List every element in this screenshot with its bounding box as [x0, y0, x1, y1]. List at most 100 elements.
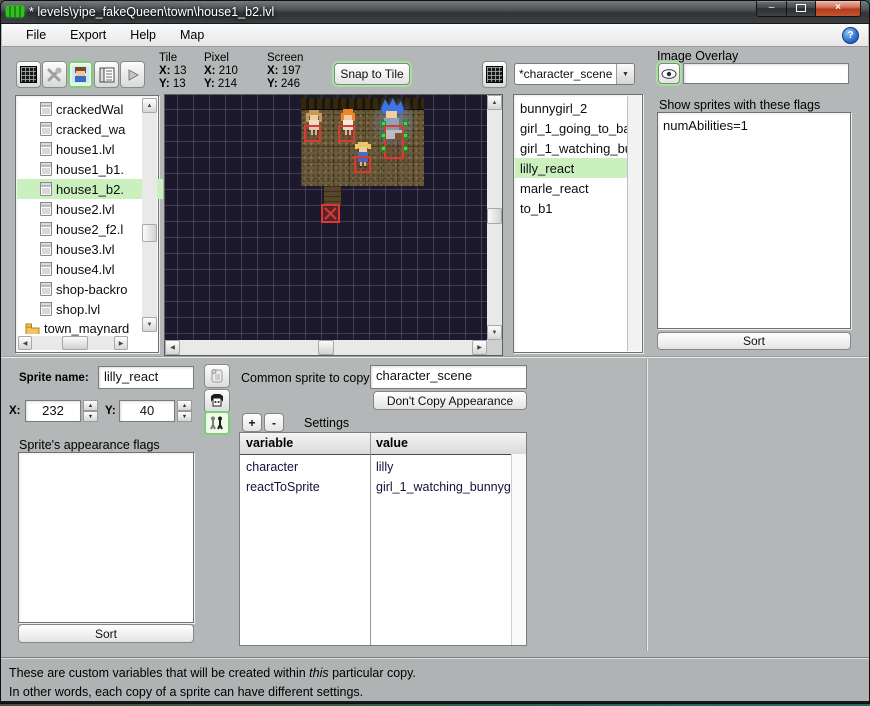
settings-label: Settings [304, 416, 349, 430]
sprite-row-selected[interactable]: lilly_react [515, 158, 631, 178]
scroll-left-button[interactable]: ◀ [165, 340, 180, 355]
file-list-vscrollbar[interactable]: ▲ ▼ [142, 98, 157, 332]
folder-icon [25, 322, 40, 334]
handle[interactable] [381, 133, 386, 138]
window-frame-bottom [1, 701, 869, 703]
remove-setting-button[interactable]: - [264, 413, 284, 432]
grid-tool-button[interactable] [16, 61, 41, 88]
section-divider [1, 356, 869, 358]
sprite-selection-box[interactable] [338, 125, 355, 142]
maximize-button[interactable] [787, 1, 815, 17]
file-list-hscrollbar[interactable]: ◀ ▶ [18, 336, 128, 350]
file-icon [40, 302, 52, 316]
spin-down-icon[interactable]: ▼ [83, 411, 98, 422]
scroll-thumb[interactable] [142, 224, 157, 242]
stairs-tile [323, 186, 342, 206]
menu-export[interactable]: Export [58, 25, 118, 45]
exit-marker[interactable] [321, 204, 340, 223]
grid-icon [20, 66, 37, 83]
sprite-row[interactable]: bunnygirl_2 [515, 98, 631, 118]
spin-down-icon[interactable]: ▼ [177, 411, 192, 422]
handle[interactable] [403, 121, 408, 126]
settings-table-scroll-track[interactable] [511, 454, 526, 645]
y-stepper: 40 ▲ ▼ [119, 400, 192, 422]
y-input[interactable]: 40 [119, 400, 175, 422]
pixel-coords: Pixel X: 210 Y: 214 [204, 52, 238, 91]
scene-dropdown[interactable]: *character_scene ( ▼ [514, 63, 635, 85]
play-tool-button[interactable] [120, 61, 145, 88]
eye-icon [661, 69, 677, 79]
scroll-up-button[interactable]: ▲ [487, 95, 502, 110]
movement-button[interactable] [204, 411, 230, 435]
close-button[interactable]: × [815, 1, 861, 17]
handle[interactable] [403, 133, 408, 138]
map-canvas[interactable] [165, 95, 487, 340]
sprite-row[interactable]: girl_1_watching_bu [515, 138, 631, 158]
character-icon [72, 66, 89, 83]
sprite-row[interactable]: marle_react [515, 178, 631, 198]
scroll-right-button[interactable]: ▶ [472, 340, 487, 355]
handle[interactable] [381, 146, 386, 151]
image-overlay-input[interactable] [683, 63, 849, 84]
spin-up-icon[interactable]: ▲ [83, 400, 98, 411]
handle[interactable] [381, 121, 386, 126]
snap-to-tile-button[interactable]: Snap to Tile [334, 63, 410, 85]
sprite-tool-button[interactable] [68, 61, 93, 88]
flag-row[interactable]: numAbilities=1 [659, 115, 849, 135]
menu-map[interactable]: Map [168, 25, 216, 45]
x-icon [323, 206, 338, 221]
scroll-thumb[interactable] [487, 208, 502, 224]
map-hscrollbar[interactable]: ◀ ▶ [165, 340, 487, 355]
common-sprite-input[interactable]: character_scene [370, 365, 527, 389]
scroll-thumb[interactable] [318, 340, 334, 355]
help-icon[interactable]: ? [842, 27, 859, 44]
file-icon [40, 122, 52, 136]
scroll-up-button[interactable]: ▲ [142, 98, 157, 113]
scroll-down-button[interactable]: ▼ [487, 325, 502, 340]
properties-tool-button[interactable] [94, 61, 119, 88]
appearance-button[interactable] [204, 389, 230, 413]
grid-icon [486, 66, 503, 83]
settings-table-header: variable value [240, 433, 526, 455]
sprite-row[interactable]: to_b1 [515, 198, 631, 218]
scroll-left-button[interactable]: ◀ [18, 336, 32, 350]
scroll-down-button[interactable]: ▼ [142, 317, 157, 332]
dont-copy-appearance-button[interactable]: Don't Copy Appearance [373, 391, 527, 410]
minimize-button[interactable]: – [756, 1, 787, 17]
sprite-list: bunnygirl_2 girl_1_going_to_ba girl_1_wa… [513, 94, 643, 353]
sprite-name-input[interactable]: lilly_react [98, 366, 194, 389]
flags-sort-button[interactable]: Sort [657, 332, 851, 350]
appearance-sort-button[interactable]: Sort [18, 624, 194, 643]
grid-toggle-button[interactable] [482, 61, 507, 88]
scroll-thumb[interactable] [62, 336, 88, 350]
selection-handles [381, 121, 408, 151]
menu-file[interactable]: File [14, 25, 58, 45]
file-icon [40, 102, 52, 116]
handle[interactable] [403, 146, 408, 151]
folder-row[interactable]: town_maynard [17, 318, 148, 338]
sprite-list-scroll-track[interactable] [627, 96, 641, 351]
script-button[interactable] [204, 364, 230, 388]
file-icon [40, 202, 52, 216]
add-setting-button[interactable]: + [242, 413, 262, 432]
app-icon [6, 6, 24, 17]
y-label: Y: [105, 405, 116, 417]
appearance-flags-list[interactable] [18, 452, 194, 623]
map-vscrollbar[interactable]: ▲ ▼ [487, 95, 502, 340]
overlay-visibility-button[interactable] [658, 63, 680, 84]
maximize-icon [796, 4, 806, 12]
table-row[interactable]: character lilly [240, 455, 526, 475]
title-bar: * levels\yipe_fakeQueen\town\house1_b2.l… [1, 1, 869, 24]
sprite-selection-box[interactable] [304, 125, 321, 142]
menu-help[interactable]: Help [118, 25, 168, 45]
sprite-selection-box[interactable] [354, 156, 371, 173]
spin-up-icon[interactable]: ▲ [177, 400, 192, 411]
crossed-tools-icon [46, 66, 63, 83]
scroll-right-button[interactable]: ▶ [114, 336, 128, 350]
x-input[interactable]: 232 [25, 400, 81, 422]
sprite-row[interactable]: girl_1_going_to_ba [515, 118, 631, 138]
chevron-down-icon[interactable]: ▼ [616, 64, 634, 84]
table-row[interactable]: reactToSprite girl_1_watching_bunnygi [240, 475, 526, 495]
tiles-tool-button[interactable] [42, 61, 67, 88]
app-window: * levels\yipe_fakeQueen\town\house1_b2.l… [0, 0, 870, 704]
